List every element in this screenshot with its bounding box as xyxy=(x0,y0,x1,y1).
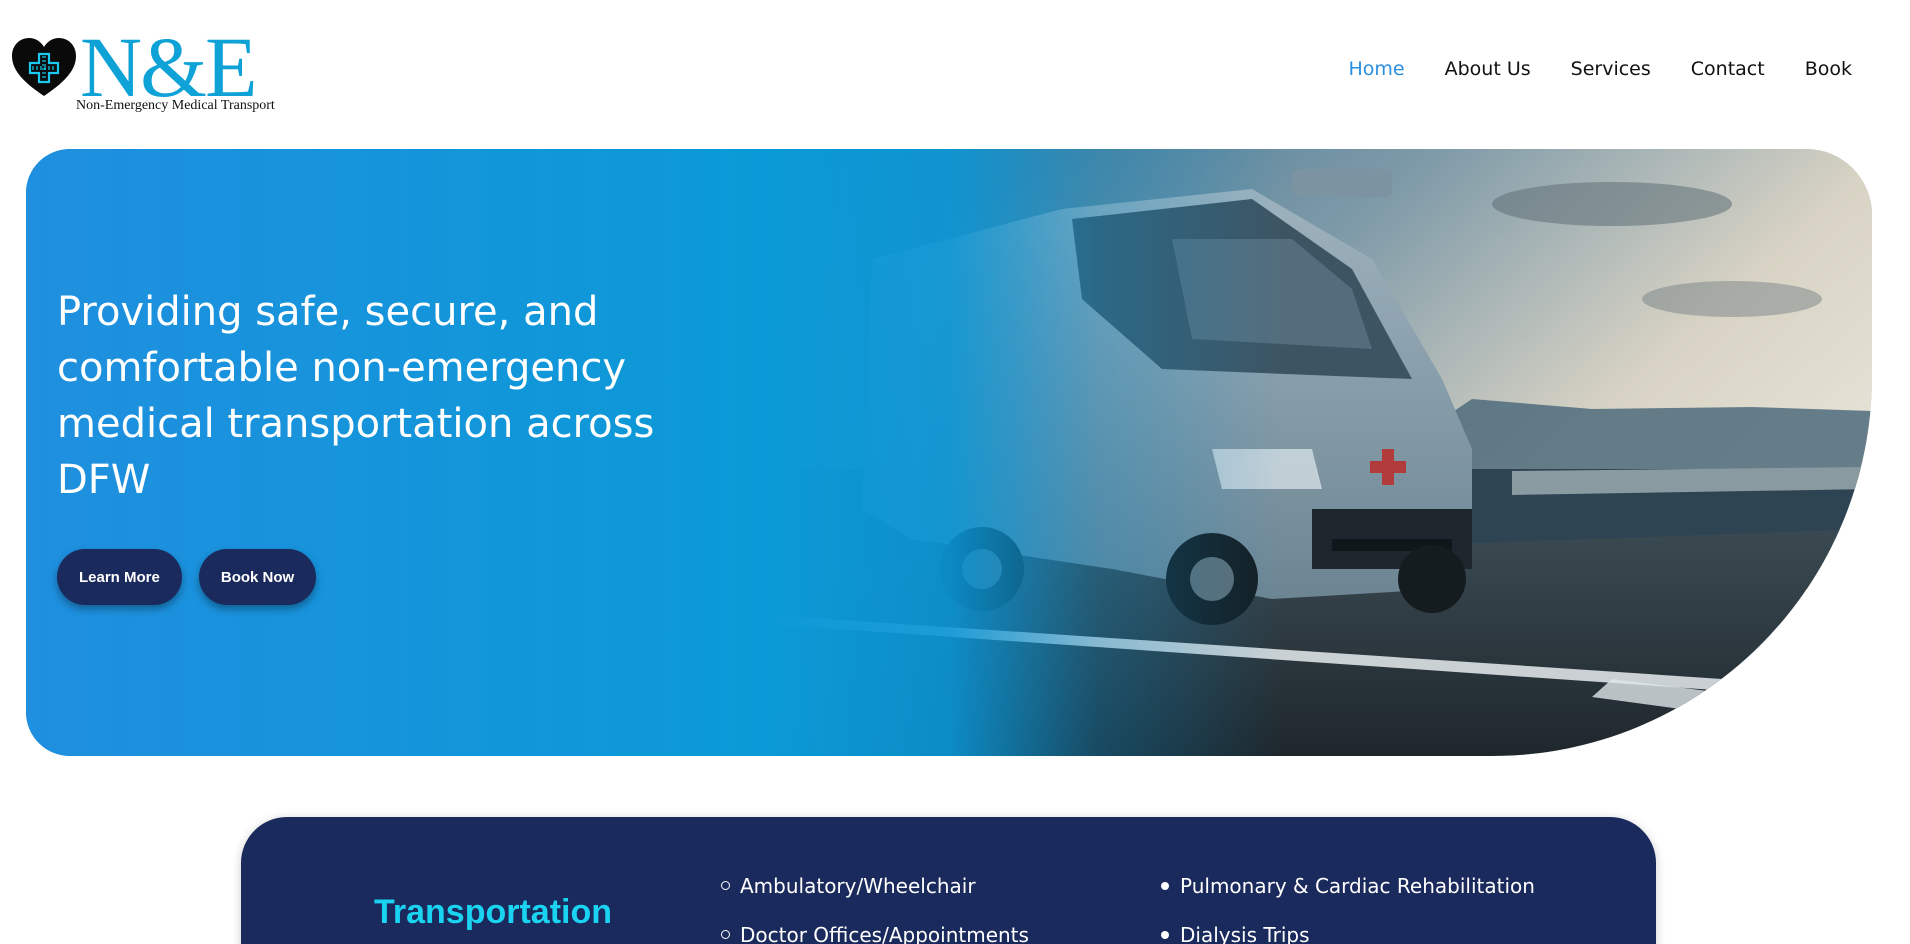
logo-tagline: Non-Emergency Medical Transport xyxy=(76,98,275,113)
ring-bullet-icon xyxy=(721,930,730,939)
nav-contact[interactable]: Contact xyxy=(1691,58,1765,80)
heart-medical-cross-icon xyxy=(12,38,76,96)
hero-banner: Providing safe, secure, and comfortable … xyxy=(26,149,1872,756)
service-label: Pulmonary & Cardiac Rehabilitation xyxy=(1180,873,1535,898)
dot-bullet-icon xyxy=(1161,930,1169,939)
brand-logo[interactable]: N&E Non-Emergency Medical Transport xyxy=(10,24,280,120)
dot-bullet-icon xyxy=(1161,881,1169,890)
service-label: Dialysis Trips xyxy=(1180,922,1310,944)
main-nav: Home About Us Services Contact Book xyxy=(1349,58,1852,80)
service-label: Doctor Offices/Appointments xyxy=(740,922,1029,944)
transportation-card: Transportation Ambulatory/Wheelchair Doc… xyxy=(241,817,1656,944)
nav-book[interactable]: Book xyxy=(1805,58,1852,80)
list-item: Dialysis Trips xyxy=(1161,910,1535,944)
transportation-title: Transportation xyxy=(374,893,613,931)
service-label: Ambulatory/Wheelchair xyxy=(740,873,976,898)
ring-bullet-icon xyxy=(721,881,730,890)
list-item: Pulmonary & Cardiac Rehabilitation xyxy=(1161,861,1535,910)
nav-about-us[interactable]: About Us xyxy=(1445,58,1531,80)
learn-more-button[interactable]: Learn More xyxy=(57,549,182,605)
service-list-2: Pulmonary & Cardiac Rehabilitation Dialy… xyxy=(1161,861,1535,944)
service-list-1: Ambulatory/Wheelchair Doctor Offices/App… xyxy=(721,861,1029,944)
book-now-button[interactable]: Book Now xyxy=(198,549,317,605)
hero-actions: Learn More Book Now xyxy=(57,549,317,605)
hero-headline: Providing safe, secure, and comfortable … xyxy=(57,289,655,503)
list-item: Ambulatory/Wheelchair xyxy=(721,861,1029,910)
list-item: Doctor Offices/Appointments xyxy=(721,910,1029,944)
nav-services[interactable]: Services xyxy=(1571,58,1651,80)
nav-home[interactable]: Home xyxy=(1349,58,1405,80)
